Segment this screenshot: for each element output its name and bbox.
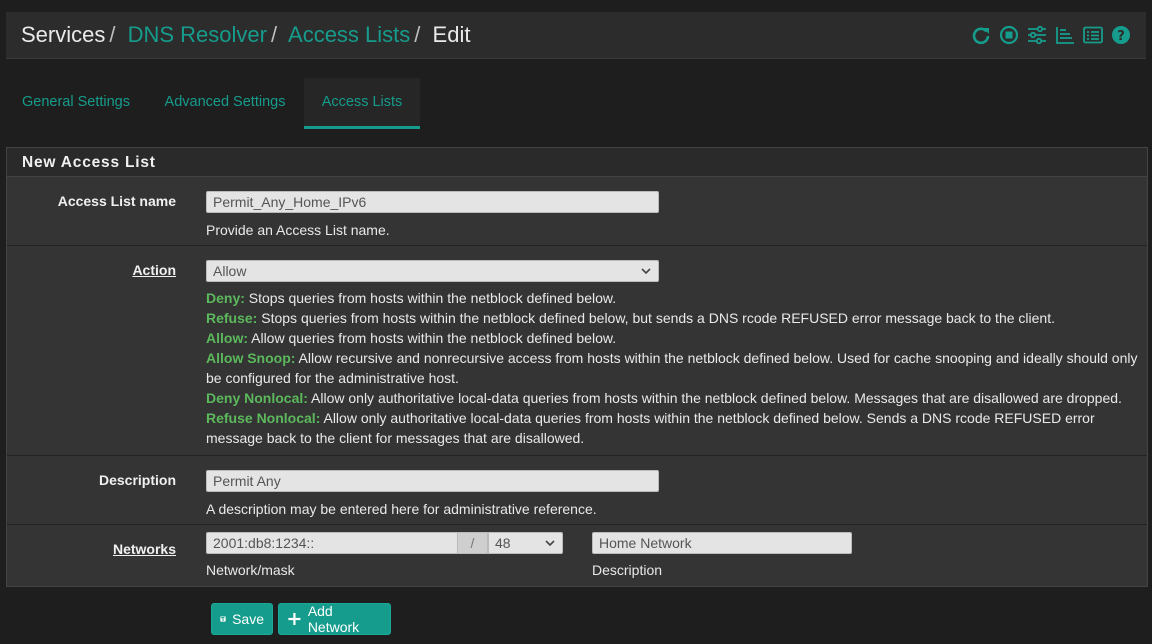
help-text: Allow only authoritative local-data quer…	[206, 410, 1095, 446]
list-icon[interactable]	[1082, 25, 1104, 45]
breadcrumb-dns-resolver[interactable]: DNS Resolver	[128, 22, 267, 47]
action-help-refuse: Refuse: Stops queries from hosts within …	[206, 308, 1142, 328]
stop-icon[interactable]	[998, 25, 1020, 45]
save-button-label: Save	[232, 611, 264, 627]
breadcrumb-access-lists[interactable]: Access Lists	[288, 22, 410, 47]
chart-icon[interactable]	[1054, 25, 1076, 45]
save-button[interactable]: Save	[211, 603, 273, 635]
settings-sliders-icon[interactable]	[1026, 25, 1048, 45]
help-term: Deny:	[206, 290, 245, 306]
action-help-deny: Deny: Stops queries from hosts within th…	[206, 288, 1142, 308]
page-header: Services / DNS Resolver / Access Lists / Ed…	[6, 12, 1146, 59]
help-term: Allow Snoop:	[206, 350, 296, 366]
breadcrumb-edit: Edit	[432, 22, 471, 47]
help-icon[interactable]: ?	[1110, 25, 1132, 45]
tab-bar: General Settings Advanced Settings Acces…	[6, 78, 1146, 129]
plus-icon	[288, 612, 301, 626]
action-help: Deny: Stops queries from hosts within th…	[206, 288, 1142, 448]
header-icon-bar: ?	[970, 25, 1132, 45]
chevron-down-icon	[545, 540, 555, 547]
help-text: Allow queries from hosts within the netb…	[248, 330, 617, 346]
tab-access-lists[interactable]: Access Lists	[304, 78, 420, 129]
description-input[interactable]: Permit Any	[206, 470, 659, 492]
mask-select[interactable]: 48	[488, 532, 563, 554]
action-help-allow-snoop: Allow Snoop: Allow recursive and nonrecu…	[206, 348, 1142, 388]
access-list-name-help: Provide an Access List name.	[206, 222, 390, 238]
networks-label[interactable]: Networks	[113, 541, 176, 557]
mask-separator: /	[457, 532, 488, 554]
breadcrumb-separator: /	[414, 22, 421, 47]
network-mask-help: Network/mask	[206, 562, 295, 578]
help-term: Refuse:	[206, 310, 258, 326]
access-list-name-label: Access List name	[57, 193, 176, 209]
network-address-input[interactable]: 2001:db8:1234::	[206, 532, 457, 554]
action-select-value: Allow	[213, 263, 247, 279]
reload-icon[interactable]	[970, 25, 992, 45]
help-text: Stops queries from hosts within the netb…	[257, 310, 1055, 326]
action-help-refuse-nonlocal: Refuse Nonlocal: Allow only authoritativ…	[206, 408, 1142, 448]
network-description-help: Description	[592, 562, 663, 578]
breadcrumb: Services / DNS Resolver / Access Lists / Ed…	[21, 22, 470, 48]
mask-select-value: 48	[495, 535, 511, 551]
help-text: Allow only authoritative local-data quer…	[307, 390, 1122, 406]
tab-advanced-settings[interactable]: Advanced Settings	[154, 78, 296, 126]
breadcrumb-separator: /	[109, 22, 116, 47]
access-list-name-row: Access List name Permit_Any_Home_IPv6 Pr…	[7, 177, 1147, 246]
chevron-down-icon	[641, 268, 651, 275]
svg-text:?: ?	[1117, 29, 1125, 44]
breadcrumb-services: Services	[21, 22, 106, 47]
access-list-name-input[interactable]: Permit_Any_Home_IPv6	[206, 191, 659, 213]
add-network-button[interactable]: Add Network	[278, 603, 391, 635]
description-help: A description may be entered here for ad…	[206, 501, 597, 517]
help-text: Stops queries from hosts within the netb…	[244, 290, 617, 306]
action-help-allow: Allow: Allow queries from hosts within t…	[206, 328, 1142, 348]
panel-title: New Access List	[7, 148, 1147, 177]
description-row: Description Permit Any A description may…	[7, 456, 1147, 525]
network-description-input[interactable]: Home Network	[592, 532, 852, 554]
networks-row: Networks 2001:db8:1234:: / 48 Network/ma…	[7, 525, 1147, 586]
tab-general-settings[interactable]: General Settings	[10, 78, 142, 126]
action-help-deny-nonlocal: Deny Nonlocal: Allow only authoritative …	[206, 388, 1142, 408]
access-list-panel: New Access List Access List name Permit_…	[6, 147, 1148, 587]
add-network-button-label: Add Network	[307, 603, 360, 635]
action-row: Action Allow Deny: Stops queries from ho…	[7, 246, 1147, 456]
breadcrumb-separator: /	[270, 22, 278, 47]
action-label[interactable]: Action	[132, 262, 176, 278]
description-label: Description	[98, 472, 176, 488]
help-text: Allow recursive and nonrecursive access …	[206, 350, 1138, 386]
help-term: Refuse Nonlocal:	[206, 410, 321, 426]
action-select[interactable]: Allow	[206, 260, 659, 282]
help-term: Deny Nonlocal:	[206, 390, 308, 406]
save-icon	[220, 616, 226, 622]
help-term: Allow:	[206, 330, 248, 346]
